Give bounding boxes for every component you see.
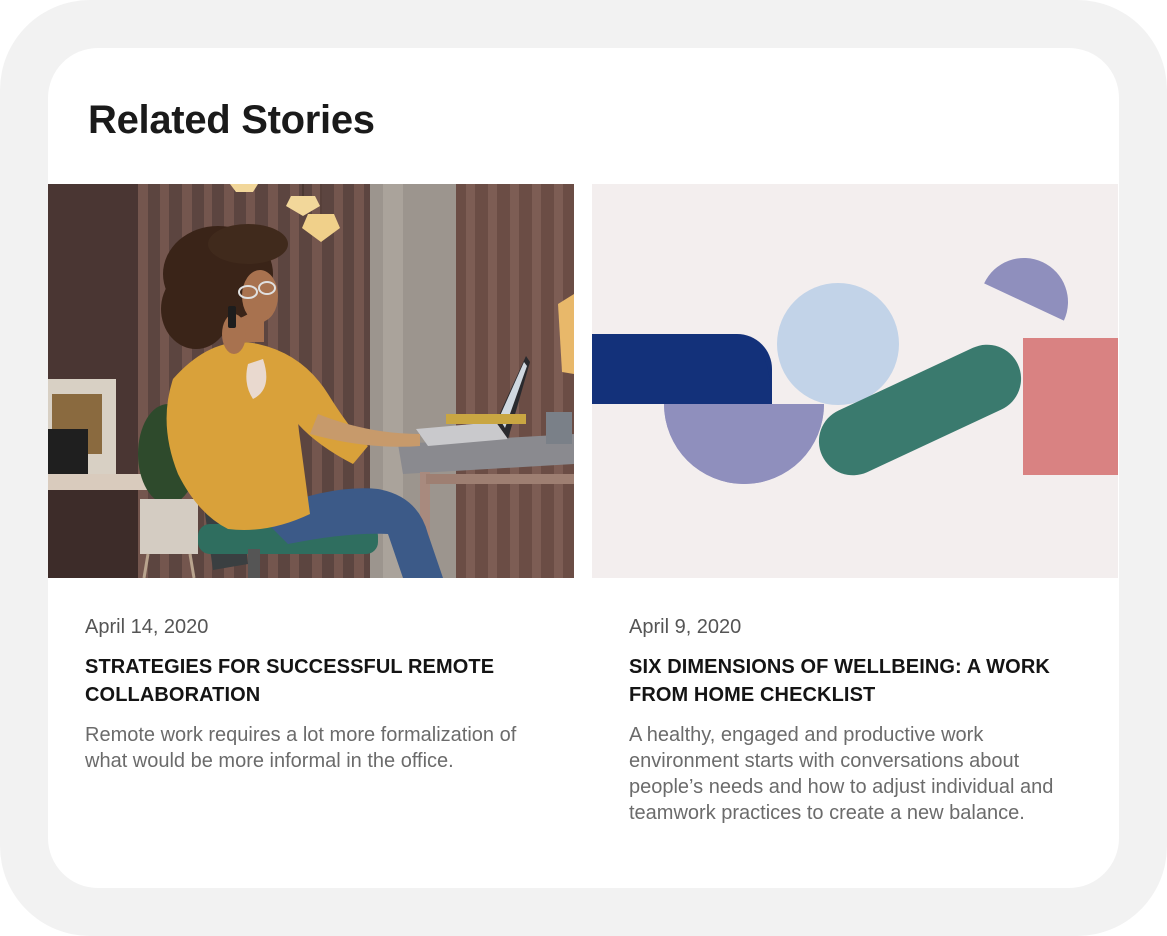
story-date: April 14, 2020 [85,616,209,638]
section-title: Related Stories [88,98,375,142]
story-summary: Remote work requires a lot more formaliz… [85,724,517,772]
story-image-abstract-shapes[interactable] [592,184,1118,578]
story-summary: A healthy, engaged and productive work e… [629,724,1054,824]
story-card[interactable]: April 14, 2020 STRATEGIES FOR SUCCESSFUL… [48,184,574,774]
related-stories-card: Related Stories April 14, 2020 STRATEGIE… [48,48,1119,888]
story-card[interactable]: April 9, 2020 SIX DIMENSIONS OF WELLBEIN… [592,184,1118,826]
woman-on-phone-photo-graphic [48,184,574,578]
story-headline-link[interactable]: STRATEGIES FOR SUCCESSFUL REMOTE COLLABO… [85,653,537,709]
page-frame: Related Stories April 14, 2020 STRATEGIE… [0,0,1167,936]
story-headline-link[interactable]: SIX DIMENSIONS OF WELLBEING: A WORK FROM… [629,653,1081,709]
story-image-woman-on-phone[interactable] [48,184,574,578]
abstract-shapes-graphic [592,184,1118,578]
story-date: April 9, 2020 [629,616,742,638]
